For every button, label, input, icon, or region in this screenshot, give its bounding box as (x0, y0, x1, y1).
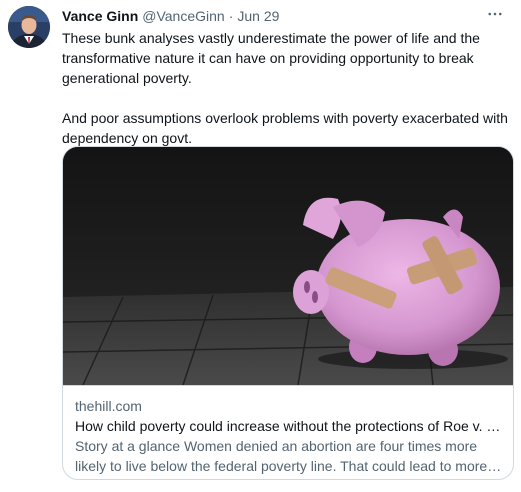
tweet-header: Vance Ginn @VanceGinn · Jun 29 (62, 6, 509, 26)
card-domain: thehill.com (75, 398, 142, 414)
author-handle[interactable]: @VanceGinn (142, 8, 224, 24)
link-card[interactable]: thehill.com How child poverty could incr… (62, 146, 514, 480)
card-image[interactable] (63, 147, 513, 386)
separator-dot: · (228, 8, 234, 24)
tweet-paragraph: And poor assumptions overlook problems w… (62, 110, 508, 146)
more-button[interactable] (483, 4, 507, 24)
tweet-text: These bunk analyses vastly underestimate… (62, 28, 514, 148)
card-description: Story at a glance Women denied an aborti… (75, 438, 488, 474)
more-horizontal-icon (488, 12, 502, 16)
tweet-date[interactable]: Jun 29 (237, 8, 279, 24)
card-title: How child poverty could increase without… (75, 418, 503, 434)
avatar[interactable] (8, 6, 50, 48)
author-name[interactable]: Vance Ginn (62, 8, 138, 24)
card-info[interactable]: thehill.com How child poverty could incr… (63, 385, 513, 479)
tweet-paragraph: These bunk analyses vastly underestimate… (62, 30, 480, 86)
